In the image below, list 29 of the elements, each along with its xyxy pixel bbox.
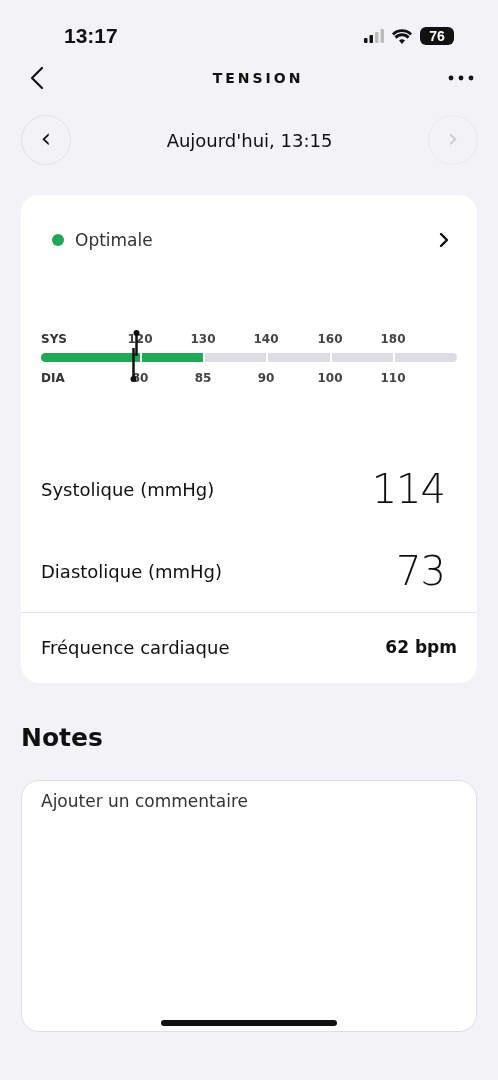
tick-label: 90 bbox=[257, 371, 275, 385]
date-label: Aujourd'hui, 13:15 bbox=[166, 129, 333, 151]
page-title: TENSION bbox=[212, 70, 304, 86]
section-title: Notes bbox=[21, 723, 104, 752]
wifi-icon bbox=[392, 28, 412, 44]
heart-rate-label: Fréquence cardiaque bbox=[41, 636, 230, 658]
reading-label: Systolique (mmHg) bbox=[41, 478, 215, 500]
chevron-right-icon[interactable] bbox=[439, 232, 449, 248]
reading-value: 73 bbox=[396, 548, 445, 594]
axis-label: SYS bbox=[41, 332, 67, 346]
battery-indicator: 76 bbox=[420, 27, 454, 45]
status-label: Optimale bbox=[75, 230, 154, 250]
axis-label: DIA bbox=[41, 371, 65, 385]
back-icon[interactable] bbox=[30, 66, 44, 90]
more-icon[interactable] bbox=[448, 75, 474, 81]
clock-time: 13:17 bbox=[64, 24, 118, 48]
tick-label: 100 bbox=[317, 371, 343, 385]
heart-rate-value: 62 bpm bbox=[385, 637, 457, 657]
reading-label: Diastolique (mmHg) bbox=[41, 560, 223, 582]
tick-label: 110 bbox=[380, 371, 406, 385]
previous-button[interactable]: ‹ bbox=[21, 115, 71, 165]
comment-field[interactable]: Ajouter un commentaire bbox=[21, 780, 477, 1032]
tick-label: 160 bbox=[317, 332, 343, 346]
reading-value: 114 bbox=[371, 466, 445, 512]
signal-icon bbox=[364, 29, 384, 43]
tick-label: 180 bbox=[380, 332, 406, 346]
tick-label: 140 bbox=[253, 332, 279, 346]
tick-label: 85 bbox=[194, 371, 212, 385]
tick-label: 130 bbox=[190, 332, 216, 346]
